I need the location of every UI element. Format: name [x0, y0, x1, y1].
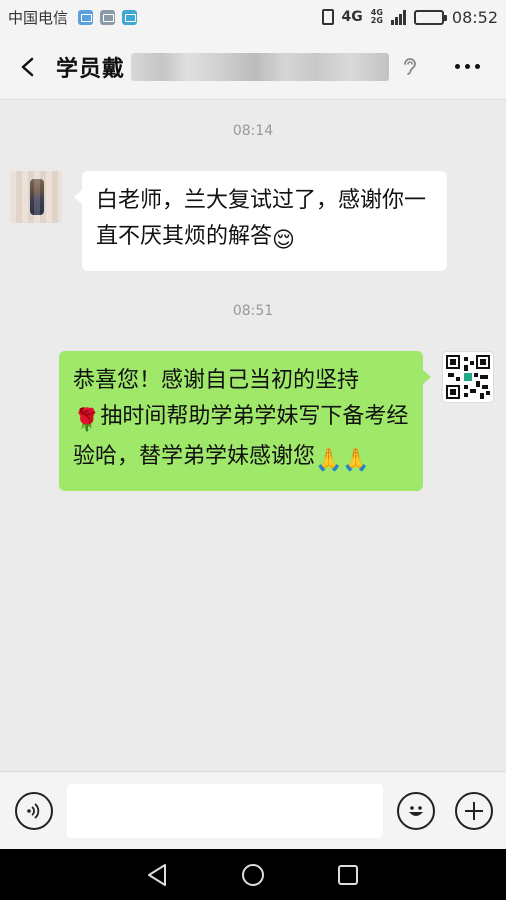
- emoji-button[interactable]: [397, 792, 435, 830]
- more-functions-button[interactable]: [455, 792, 493, 830]
- my-avatar[interactable]: [442, 351, 494, 403]
- status-right: 4G 4G 2G 08:52: [321, 7, 498, 27]
- message-text: 恭喜您！感谢自己当初的坚持: [73, 368, 360, 393]
- plus-icon: [465, 802, 483, 820]
- triangle-back-icon: [147, 863, 166, 886]
- rose-emoji: 🌹: [73, 408, 101, 433]
- voice-button[interactable]: [15, 792, 53, 830]
- nav-recents-button[interactable]: [331, 858, 365, 892]
- dual-network-indicator: 4G 2G: [371, 9, 383, 25]
- carrier-label: 中国电信: [8, 8, 69, 27]
- nav-home-button[interactable]: [236, 858, 270, 892]
- qr-code-icon: [446, 355, 490, 399]
- message-input[interactable]: [67, 784, 383, 838]
- battery-icon: [413, 9, 447, 25]
- back-button[interactable]: [0, 34, 56, 100]
- nav-back-button[interactable]: [141, 858, 175, 892]
- square-recents-icon: [338, 864, 359, 885]
- relieved-face-emoji: 😌: [272, 228, 295, 253]
- system-nav-bar: [0, 849, 506, 900]
- voice-icon: [27, 803, 40, 819]
- received-message-bubble[interactable]: 白老师，兰大复试过了，感谢你一直不厌其烦的解答😌: [74, 171, 447, 271]
- network-small-bottom: 2G: [370, 16, 383, 25]
- vibrate-icon: [321, 9, 334, 25]
- message-text: 白老师，兰大复试过了，感谢你一直不厌其烦的解答: [96, 188, 427, 249]
- contact-avatar[interactable]: [10, 171, 62, 223]
- redacted-name: [131, 52, 390, 81]
- folded-hands-emoji: 🙏🙏: [315, 448, 370, 473]
- back-icon: [21, 57, 34, 76]
- chat-title: 学员戴: [56, 56, 126, 82]
- more-button[interactable]: [455, 64, 480, 69]
- input-bar: [0, 771, 506, 849]
- tv-notification-icon: [78, 9, 94, 25]
- message-timestamp: 08:14: [232, 123, 274, 139]
- status-bar: 中国电信 4G 4G 2G 08:52: [0, 0, 506, 34]
- status-time: 08:52: [451, 7, 498, 27]
- signal-icon: [390, 9, 406, 25]
- image-notification-icon: [100, 9, 116, 25]
- more-icon: [455, 64, 460, 69]
- sent-message-bubble[interactable]: 恭喜您！感谢自己当初的坚持 🌹抽时间帮助学弟学妹写下备考经验哈，替学弟学妹感谢您🙏…: [59, 351, 431, 491]
- circle-home-icon: [241, 863, 264, 886]
- network-type: 4G: [341, 9, 363, 25]
- chat-header: 学员戴: [0, 34, 506, 100]
- earpiece-icon[interactable]: [399, 55, 421, 79]
- emoji-icon: [409, 806, 423, 816]
- chat-area[interactable]: 08:14 白老师，兰大复试过了，感谢你一直不厌其烦的解答😌 08:51 恭喜您…: [0, 101, 506, 771]
- message-timestamp: 08:51: [232, 303, 274, 319]
- app-notification-icon: [122, 9, 138, 25]
